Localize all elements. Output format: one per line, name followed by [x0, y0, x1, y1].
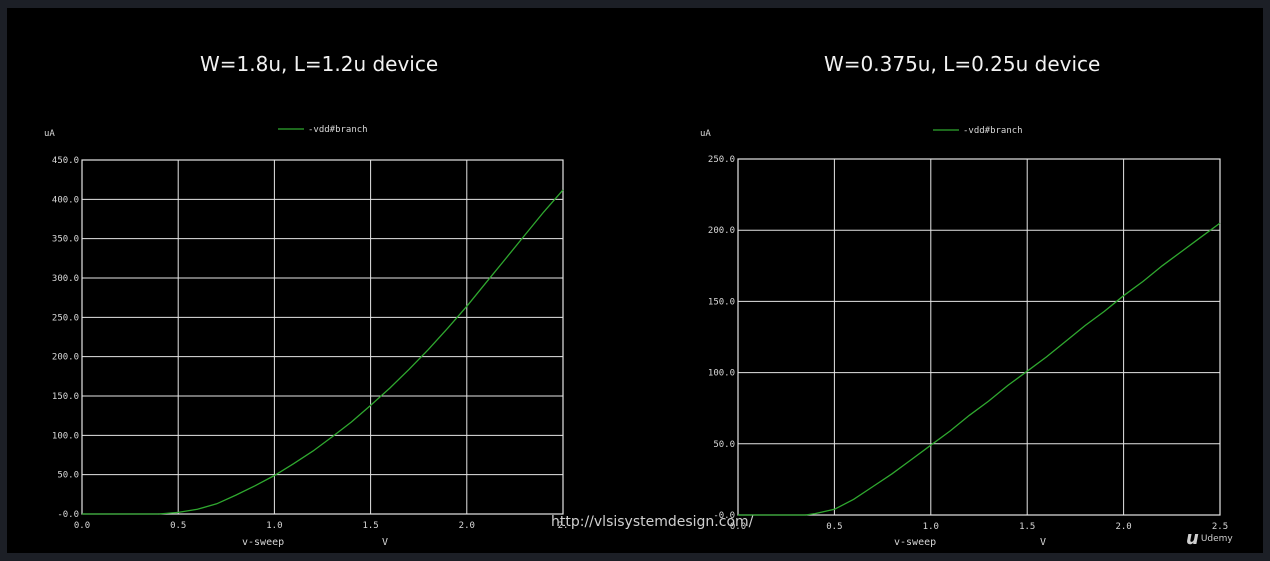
udemy-logo-text: Udemy — [1200, 534, 1233, 544]
right-y-tick-label: 200.0 — [708, 226, 735, 236]
right-x-tick-label: 2.0 — [1115, 522, 1131, 532]
right-series-line — [805, 222, 1221, 516]
right-x-tick-label: 0.5 — [826, 522, 842, 532]
right-x-tick-label: 1.0 — [923, 522, 939, 532]
right-plot-frame — [737, 158, 1221, 516]
right-x-tick-label: 1.5 — [1019, 522, 1035, 532]
right-y-tick-label: 150.0 — [708, 297, 735, 307]
right-y-tick-label: 250.0 — [708, 155, 735, 165]
right-legend-label: -vdd#branch — [963, 126, 1023, 136]
udemy-logo-icon: u — [1186, 528, 1199, 549]
right-y-axis-label: uA — [700, 129, 711, 139]
udemy-logo: u Udemy — [1186, 528, 1233, 549]
right-x-axis-label: v-sweep — [894, 537, 936, 548]
chart-right: -0.050.0100.0150.0200.0250.00.0 0.5 1.0 1.5… — [700, 126, 1228, 548]
right-x-axis-unit: V — [1040, 537, 1046, 548]
right-y-tick-label: 50.0 — [713, 440, 735, 450]
right-y-tick-label: 100.0 — [708, 369, 735, 379]
watermark-url: http://vlsisystemdesign.com/ — [551, 514, 754, 530]
